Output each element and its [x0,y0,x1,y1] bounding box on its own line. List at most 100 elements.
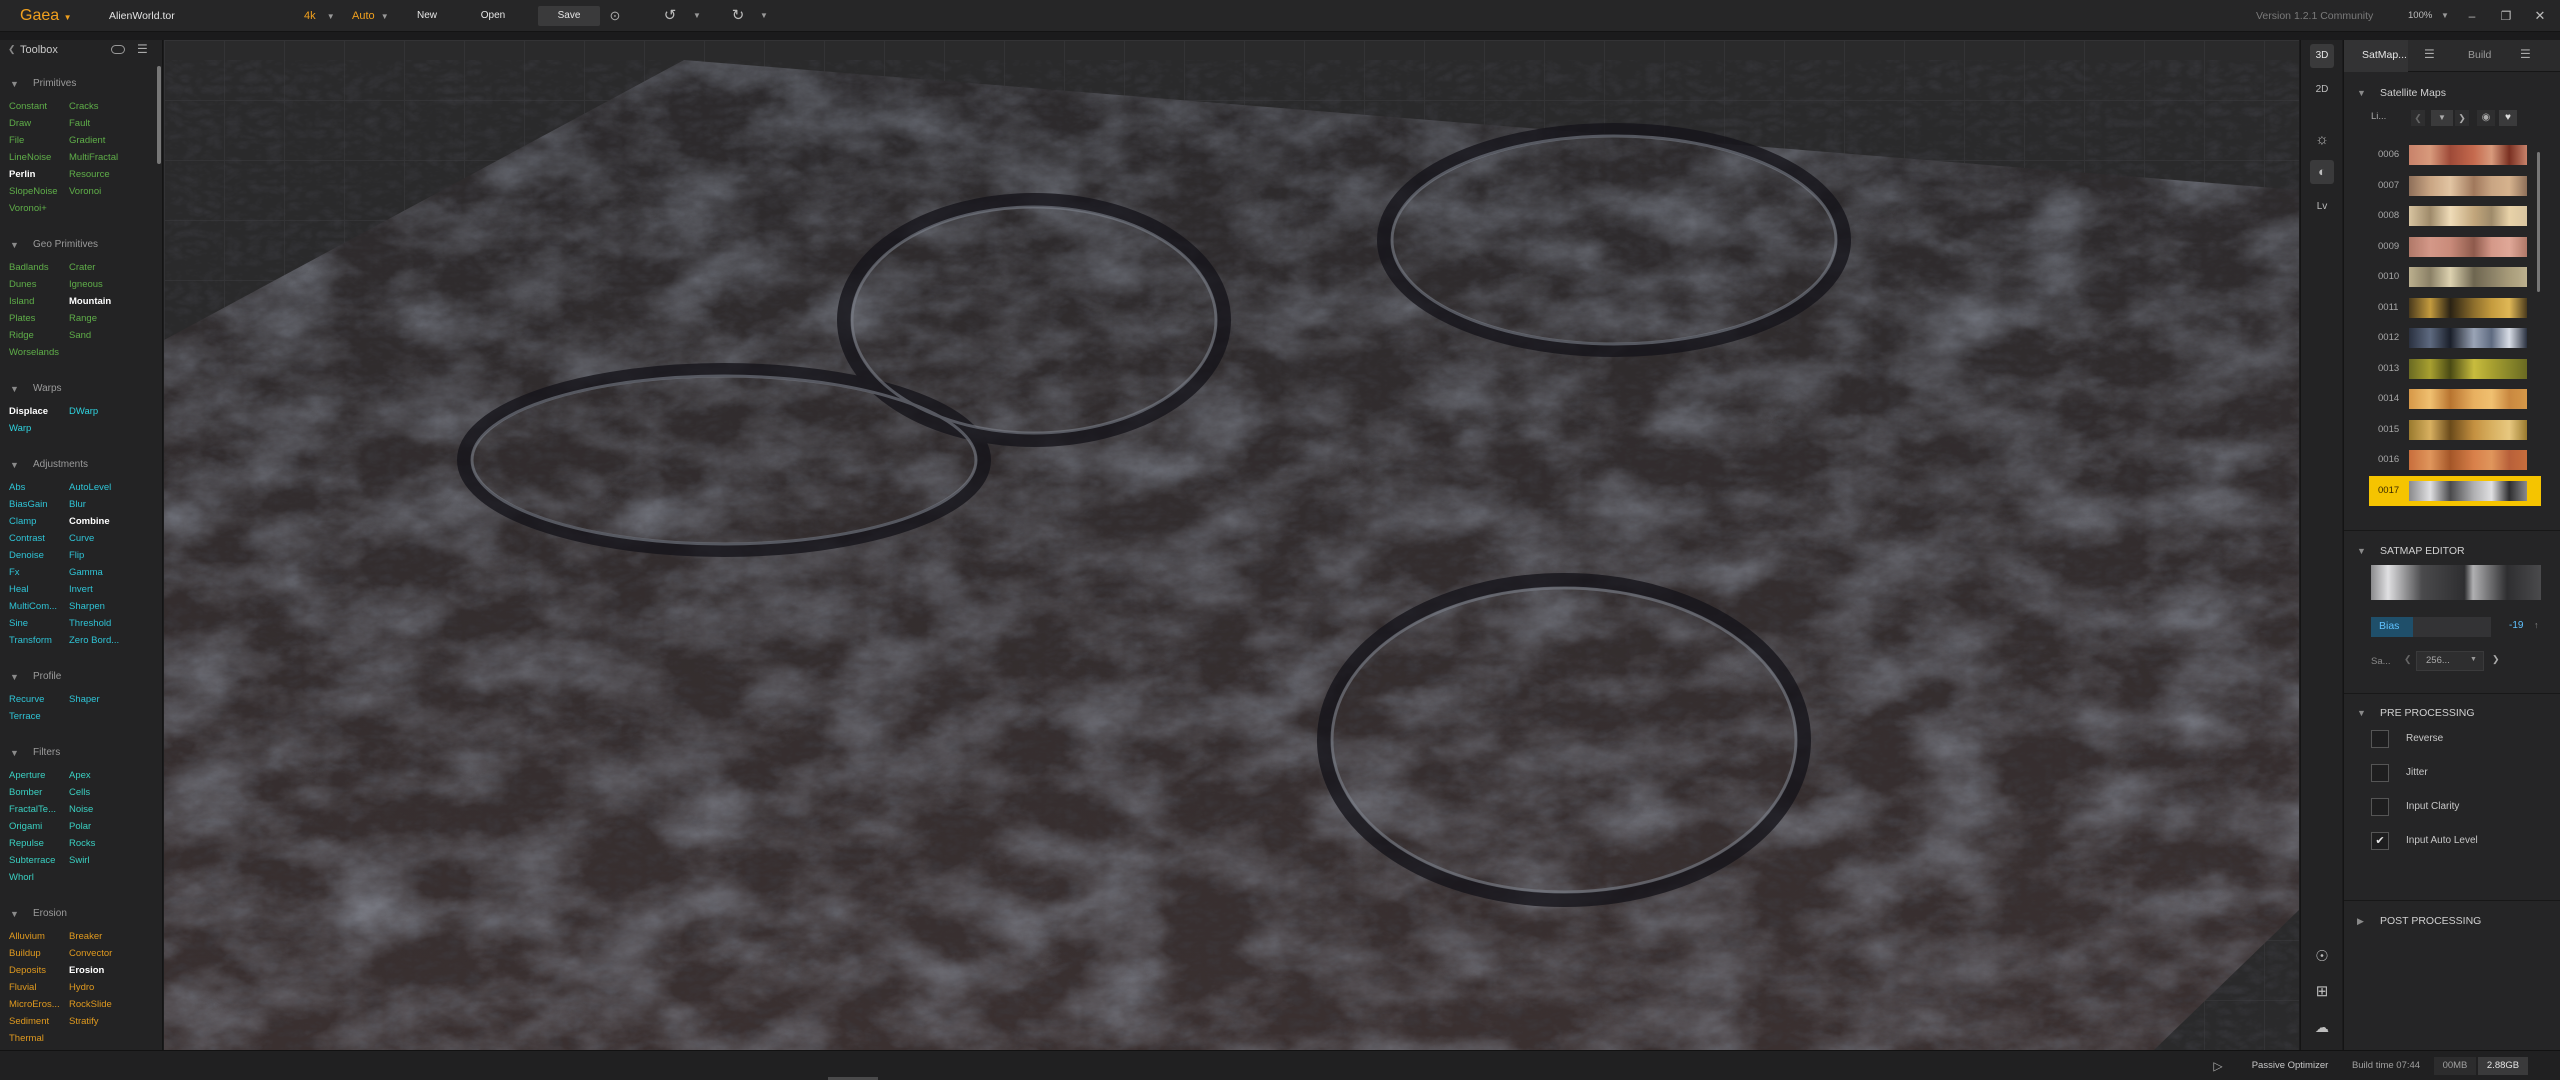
collapse-toolbox-icon[interactable]: ❮ [8,44,16,55]
next-arrow-icon[interactable]: ❯ [2455,110,2469,126]
render-mode-icon[interactable]: ◐ [2310,160,2334,184]
node-item[interactable]: Denoise [9,549,69,563]
tab-menu-icon[interactable]: ☰ [2424,47,2435,61]
node-item[interactable]: Plates [9,312,69,326]
library-select[interactable]: Li... [2371,111,2386,122]
node-item[interactable]: RockSlide [69,998,129,1012]
node-item[interactable]: Rocks [69,837,129,851]
node-item[interactable]: Bomber [9,786,69,800]
node-item[interactable]: Sediment [9,1015,69,1029]
new-button[interactable]: New [402,6,452,26]
satmap-item[interactable]: 0015 [2371,417,2539,443]
node-item[interactable]: Invert [69,583,129,597]
zoom-select[interactable]: 100% ▼ [2408,0,2449,32]
satmap-item[interactable]: 0016 [2371,447,2539,473]
next-arrow-icon[interactable]: ❯ [2492,654,2500,665]
minimize-icon[interactable]: – [2462,0,2482,32]
lighting-icon[interactable]: ☼ [2310,128,2334,152]
node-item[interactable]: Constant [9,100,69,114]
eye-icon[interactable]: ◉ [2477,110,2495,126]
panel-menu-icon[interactable]: ☰ [2520,47,2531,61]
checkbox[interactable] [2371,798,2389,816]
reset-icon[interactable]: ↑ [2534,620,2539,630]
node-item[interactable]: Buildup [9,947,69,961]
node-item[interactable]: Clamp [9,515,69,529]
menu-icon[interactable]: ☰ [137,42,148,56]
toolbox-scrollbar[interactable] [157,66,161,164]
node-item[interactable]: Shaper [69,693,129,707]
node-item[interactable]: Zero Bord... [69,634,129,648]
node-item[interactable]: Fault [69,117,129,131]
node-item[interactable]: Range [69,312,129,326]
satmap-item[interactable]: 0014 [2371,386,2539,412]
node-item[interactable]: Perlin [9,168,69,182]
chevron-down-icon[interactable]: ▼ [2431,110,2453,126]
node-item[interactable]: Cells [69,786,129,800]
toolbox-section-header[interactable]: ▼ Profile [0,669,150,685]
toolbox-section-header[interactable]: ▼ Erosion [0,906,150,922]
node-item[interactable]: Deposits [9,964,69,978]
node-item[interactable]: Repulse [9,837,69,851]
node-item[interactable]: Mountain [69,295,129,309]
view-2d-button[interactable]: 2D [2310,78,2334,102]
node-item[interactable]: Combine [69,515,129,529]
node-item[interactable]: Hydro [69,981,129,995]
node-item[interactable]: Flip [69,549,129,563]
node-item[interactable]: Sharpen [69,600,129,614]
bias-slider[interactable]: Bias [2371,617,2491,637]
node-item[interactable]: Sand [69,329,129,343]
satmap-item[interactable]: 0009 [2371,234,2539,260]
toolbox-section-header[interactable]: ▼ Geo Primitives [0,237,150,253]
node-item[interactable]: Stratify [69,1015,129,1029]
node-item[interactable]: Alluvium [9,930,69,944]
node-item[interactable]: Voronoi [69,185,129,199]
sample-select[interactable]: 256... ▼ [2416,651,2484,671]
satmap-editor-header[interactable]: ▼ SATMAP EDITOR [2344,540,2560,562]
play-icon[interactable]: ▷ [2208,1057,2228,1075]
passive-optimizer-button[interactable]: Passive Optimizer [2246,1057,2334,1075]
node-item[interactable]: Worselands [9,346,69,360]
undo-icon[interactable]: ↺ [660,6,680,26]
node-item[interactable]: BiasGain [9,498,69,512]
toolbox-section-header[interactable]: ▼ Primitives [0,76,150,92]
undo-history-chevron-icon[interactable]: ▼ [690,6,704,26]
toggle-view-icon[interactable] [111,45,125,54]
node-item[interactable]: Transform [9,634,69,648]
node-item[interactable]: Apex [69,769,129,783]
node-item[interactable]: Cracks [69,100,129,114]
node-item[interactable]: Breaker [69,930,129,944]
node-item[interactable]: Aperture [9,769,69,783]
node-item[interactable]: MultiCom... [9,600,69,614]
toolbox-section-header[interactable]: ▼ Adjustments [0,457,150,473]
satmap-gradient-preview[interactable] [2371,565,2541,600]
toolbox-section-header[interactable]: ▼ Warps [0,381,150,397]
node-item[interactable]: Convector [69,947,129,961]
3d-viewport[interactable] [164,40,2299,1050]
node-item[interactable]: Abs [9,481,69,495]
node-item[interactable]: Displace [9,405,69,419]
prev-arrow-icon[interactable]: ❮ [2411,110,2425,126]
node-item[interactable]: Origami [9,820,69,834]
satmap-item[interactable]: 0007 [2371,173,2539,199]
node-item[interactable]: Erosion [69,964,129,978]
satmap-item[interactable]: 0017 [2369,475,2541,506]
prev-arrow-icon[interactable]: ❮ [2404,654,2412,665]
node-item[interactable]: Igneous [69,278,129,292]
build-mode-select[interactable]: Auto ▼ [352,0,389,32]
node-item[interactable]: Noise [69,803,129,817]
node-item[interactable]: Contrast [9,532,69,546]
view-3d-button[interactable]: 3D [2310,44,2334,68]
node-item[interactable]: Threshold [69,617,129,631]
satmap-scrollbar[interactable] [2537,152,2540,292]
tab-satmaps[interactable]: SatMap... [2344,40,2408,72]
app-menu[interactable]: Gaea ▼ [20,0,72,32]
node-item[interactable]: Blur [69,498,129,512]
satellite-maps-header[interactable]: ▼ Satellite Maps [2344,82,2560,104]
checkbox[interactable] [2371,730,2389,748]
node-item[interactable]: Warp [9,422,69,436]
toolbox-section-header[interactable]: ▼ Filters [0,745,150,761]
node-item[interactable]: Gradient [69,134,129,148]
node-item[interactable]: Recurve [9,693,69,707]
node-item[interactable]: Whorl [9,871,69,885]
node-item[interactable]: Heal [9,583,69,597]
